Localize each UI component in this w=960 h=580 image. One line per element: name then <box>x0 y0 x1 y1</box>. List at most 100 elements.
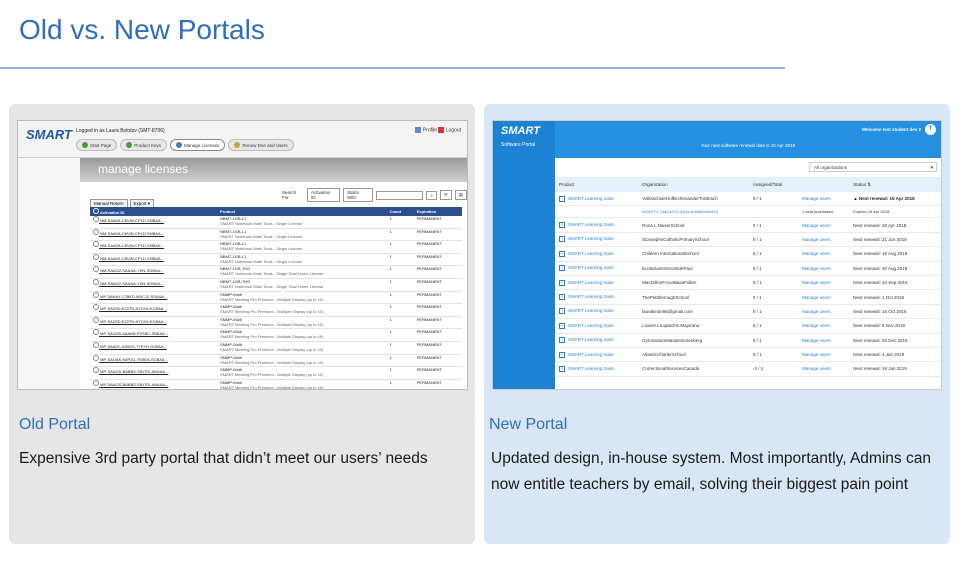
activation-id-cell[interactable]: MP-SA2SD-E227N-N7CH4-KCBAA... <box>90 316 218 330</box>
collapse-icon[interactable]: − <box>559 195 565 202</box>
product-cell[interactable]: + SMART Learning Suite <box>555 217 639 233</box>
expand-icon[interactable]: + <box>559 294 565 301</box>
row-radio[interactable] <box>93 228 99 235</box>
table-row[interactable]: MP-SAAGS-BABBS-S8YSS-ANAAA... SMMP-Multi S… <box>90 366 462 380</box>
table-row[interactable]: NM-SAAG2-SAAAA-YKN-SGBAA... NBMT-1GB-THG S… <box>90 278 462 292</box>
activation-id-cell[interactable]: NM-SAA0A-C8VIN-CP1D-SNBAA... <box>90 240 218 254</box>
search-go-icon[interactable]: ⌕ <box>426 190 437 200</box>
manage-users-link[interactable]: Manage users <box>798 289 850 305</box>
table-row[interactable]: NM-SAA0A-C8VIN-CP1D-SNBAA... NBMT-1GB-L1 S… <box>90 253 462 267</box>
organization-filter[interactable]: All organizations ▾ <box>809 162 937 172</box>
col-expiration[interactable]: Expiration <box>413 207 462 216</box>
expand-icon[interactable]: + <box>559 222 565 229</box>
product-cell[interactable]: + SMART Learning Suite <box>555 347 639 363</box>
table-row[interactable]: MP-SAZGB-AAA6N-FSSBC-SBBAA... SMMP-Multi S… <box>90 328 462 342</box>
logout-link[interactable]: Logout <box>437 127 461 133</box>
row-radio[interactable] <box>93 216 99 222</box>
row-radio[interactable] <box>93 329 99 336</box>
refresh-icon[interactable]: ⟳ <box>439 190 452 200</box>
manage-users-link[interactable]: Manage users <box>798 217 850 233</box>
table-row[interactable]: MP-SA2SD-E227N-N7CH4-KCBAA... SMMP-Multi S… <box>90 303 462 317</box>
col-organization[interactable]: Organization <box>638 177 749 192</box>
avatar[interactable]: T <box>925 124 936 135</box>
expand-icon[interactable]: + <box>559 337 565 344</box>
col-status[interactable]: Status ⇅ <box>849 177 941 192</box>
table-row[interactable]: MP-SAAGS-BABBS-S8YSS-ANAAA... SMMP-Multi S… <box>90 379 462 389</box>
expand-icon[interactable]: + <box>559 351 565 358</box>
row-radio[interactable] <box>93 241 99 248</box>
manage-users-link[interactable]: Manage users <box>798 347 850 363</box>
nav-renew[interactable]: Renew Dne and Users <box>228 139 294 151</box>
table-row[interactable]: MP-SA8SC-AS6VX-7TKYH-9CBAA... SMMP-Multi S… <box>90 341 462 355</box>
activation-id-cell[interactable]: NM-SAAG2-SAAAA-YKN-SGBAA... <box>90 265 218 279</box>
product-cell[interactable]: + SMART Learning Suite <box>555 289 639 305</box>
product-cell[interactable]: − SMART Learning Suite <box>555 192 639 207</box>
table-row[interactable]: MP-SAOAK-K8P2U-7NSEA-SCBAA... SMMP-Multi S… <box>90 354 462 368</box>
product-cell[interactable]: + SMART Learning Suite <box>555 361 639 377</box>
manage-users-link[interactable]: Manage users <box>798 333 850 348</box>
product-cell[interactable]: + SMART Learning Suite <box>555 275 639 291</box>
profile-link[interactable]: Profile <box>414 127 437 133</box>
print-icon[interactable]: ▤ <box>454 190 467 200</box>
manage-users-link[interactable]: Manage users <box>798 361 850 377</box>
table-row[interactable]: MP-SAAAY-C7BKD-MSCJ2-SSAAA... SMMP-Multi S… <box>90 291 462 305</box>
manage-users-link[interactable]: Manage users <box>798 261 850 276</box>
subscription-key[interactable]: NGAPY1-7aaC4z7G-9A1a-aH38e03s9494 <box>638 205 749 219</box>
product-cell[interactable]: + SMART Learning Suite <box>555 304 639 320</box>
col-product[interactable]: Product <box>555 177 639 192</box>
activation-id-cell[interactable]: MP-SAZGB-AAA6N-FSSBC-SBBAA... <box>90 328 218 342</box>
col-assigned[interactable]: Assigned/Total <box>748 177 799 192</box>
activation-id-cell[interactable]: NM-SAA0A-C8VIN-CP1D-SNBAA... <box>90 216 218 229</box>
activation-id-cell[interactable]: MP-SA8SC-AS6VX-7TKYH-9CBAA... <box>90 341 218 355</box>
col-product[interactable]: Product <box>217 207 387 216</box>
activation-id-cell[interactable]: MP-SAOAK-K8P2U-7NSEA-SCBAA... <box>90 354 218 368</box>
expand-icon[interactable]: + <box>559 322 565 329</box>
nav-manage-licenses[interactable]: Manage Licenses <box>170 139 226 151</box>
row-radio[interactable] <box>93 266 99 273</box>
manage-users-link[interactable]: Manage users <box>798 232 850 248</box>
product-cell[interactable]: + SMART Learning Suite <box>555 318 639 334</box>
row-radio[interactable] <box>93 354 99 361</box>
row-radio[interactable] <box>93 291 99 298</box>
nav-start-page[interactable]: Start Page <box>76 139 118 151</box>
activation-id-cell[interactable]: MP-SAAGS-BABBS-S8YSS-ANAAA... <box>90 366 218 380</box>
table-row[interactable]: NM-SAAG2-SAAAA-YKN-SGBAA... NBMT-1GB-THG S… <box>90 265 462 279</box>
row-radio[interactable] <box>93 367 99 374</box>
row-radio[interactable] <box>93 278 99 285</box>
activation-id-cell[interactable]: NM-SAAG2-SAAAA-YKN-SGBAA... <box>90 278 218 292</box>
manage-users-link[interactable]: Manage users <box>798 318 850 334</box>
product-cell[interactable]: + SMART Learning Suite <box>555 232 639 248</box>
search-input[interactable] <box>375 190 424 200</box>
software-portal-nav[interactable]: Software Portal <box>501 142 535 148</box>
activation-id-cell[interactable]: NM-SAA0A-C8VIN-CP1D-SNBAA... <box>90 228 218 242</box>
expand-icon[interactable]: + <box>559 250 565 257</box>
search-field-select[interactable]: Activation ID <box>307 188 341 202</box>
expand-icon[interactable]: + <box>559 265 565 272</box>
expand-icon[interactable]: + <box>559 236 565 243</box>
activation-id-cell[interactable]: MP-SAAAY-C7BKD-MSCJ2-SSAAA... <box>90 291 218 305</box>
product-cell[interactable]: + SMART Learning Suite <box>555 246 639 262</box>
product-cell[interactable]: + SMART Learning Suite <box>555 333 639 348</box>
row-radio[interactable] <box>93 341 99 348</box>
activation-id-cell[interactable]: MP-SAAGS-BABBS-S8YSS-ANAAA... <box>90 379 218 389</box>
table-row[interactable]: MP-SA2SD-E227N-N7CH4-KCBAA... SMMP-Multi S… <box>90 316 462 330</box>
col-count[interactable]: Count <box>386 207 414 216</box>
search-mode-select[interactable]: Starts With <box>343 188 373 202</box>
manage-users-link[interactable]: Manage users <box>798 246 850 262</box>
expand-icon[interactable]: + <box>559 279 565 286</box>
manage-users-link[interactable]: Manage users <box>798 192 850 207</box>
nav-product-keys[interactable]: Product Keys <box>120 139 168 151</box>
product-cell[interactable]: + SMART Learning Suite <box>555 261 639 276</box>
row-radio[interactable] <box>93 316 99 323</box>
manage-users-link[interactable]: Manage users <box>798 304 850 320</box>
table-row[interactable]: NM-SAA0A-C8VIN-CP1D-SNBAA... NBMT-1GB-L1 S… <box>90 216 462 229</box>
manage-users-link[interactable]: Manage users <box>798 275 850 291</box>
activation-id-cell[interactable]: MP-SA2SD-E227N-N7CH4-KCBAA... <box>90 303 218 317</box>
table-row[interactable]: NM-SAA0A-C8VIN-CP1D-SNBAA... NBMT-1GB-L1 S… <box>90 228 462 242</box>
table-row[interactable]: NM-SAA0A-C8VIN-CP1D-SNBAA... NBMT-1GB-L1 S… <box>90 240 462 254</box>
col-activation-id[interactable]: Activation ID <box>90 207 218 216</box>
row-radio[interactable] <box>93 379 99 386</box>
expand-icon[interactable]: + <box>559 308 565 315</box>
expand-icon[interactable]: + <box>559 365 565 372</box>
row-radio[interactable] <box>93 253 99 260</box>
